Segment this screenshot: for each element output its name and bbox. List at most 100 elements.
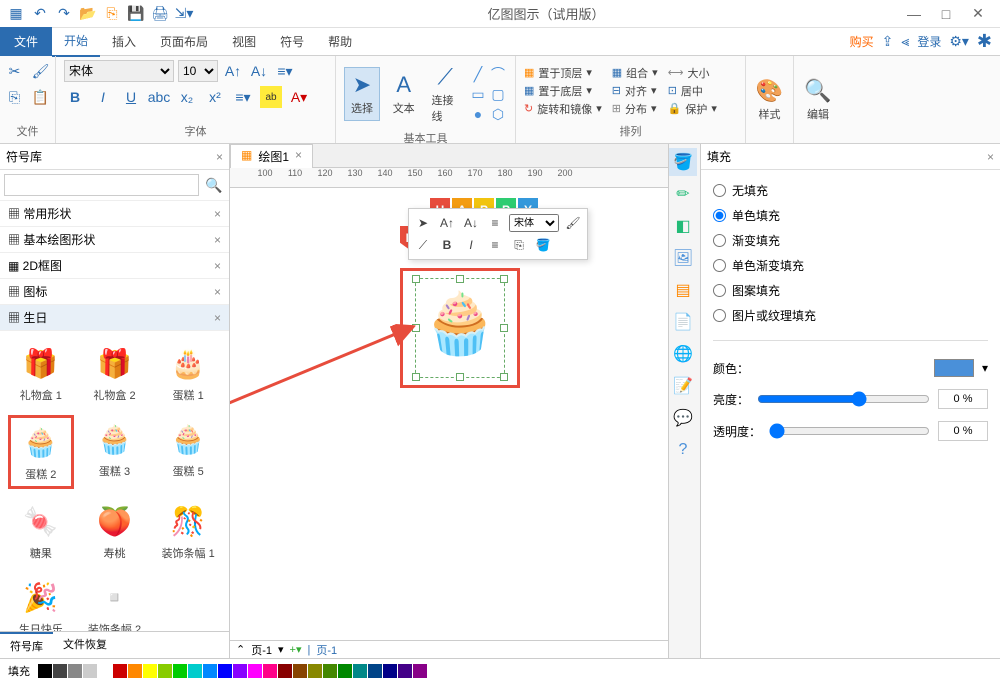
menu-page-layout[interactable]: 页面布局 — [148, 27, 220, 56]
fill-color-swatch[interactable] — [934, 359, 974, 377]
palette-color[interactable] — [353, 664, 367, 678]
symbol-2[interactable]: 🎂蛋糕 1 — [155, 339, 221, 407]
page-nav-dropdown[interactable]: ▾ — [278, 643, 284, 656]
palette-color[interactable] — [188, 664, 202, 678]
shape-line[interactable]: ╱ — [469, 65, 487, 83]
fill-option-4[interactable]: 图案填充 — [713, 278, 988, 303]
symbol-3[interactable]: 🧁蛋糕 2 — [8, 415, 74, 489]
fill-option-3[interactable]: 单色渐变填充 — [713, 253, 988, 278]
mini-font-select[interactable]: 宋体 — [509, 214, 559, 232]
palette-color[interactable] — [398, 664, 412, 678]
lib-category-3[interactable]: ▦ 图标× — [0, 279, 229, 305]
tab-file-recovery[interactable]: 文件恢复 — [53, 632, 117, 658]
side-layer-button[interactable]: ▤ — [669, 276, 697, 304]
symbol-5[interactable]: 🧁蛋糕 5 — [155, 415, 221, 489]
palette-color[interactable] — [83, 664, 97, 678]
rotate-button[interactable]: ↻旋转和镜像▾ — [524, 101, 602, 117]
fill-option-2[interactable]: 渐变填充 — [713, 228, 988, 253]
connector-tool[interactable]: ⟋ 连接线 — [427, 60, 463, 128]
page-nav-prev[interactable]: ⌃ — [236, 643, 245, 656]
copy-button[interactable]: ⎘ — [4, 86, 26, 108]
menu-file[interactable]: 文件 — [0, 27, 52, 56]
menu-insert[interactable]: 插入 — [100, 27, 148, 56]
opacity-slider[interactable] — [769, 423, 930, 439]
share-button[interactable]: ⇪ — [882, 33, 894, 50]
strike-button[interactable]: abc — [148, 86, 170, 108]
fill-option-5[interactable]: 图片或纹理填充 — [713, 303, 988, 328]
symbol-10[interactable]: ▫️装饰条幅 2 — [82, 573, 148, 631]
subscript-button[interactable]: x₂ — [176, 86, 198, 108]
palette-color[interactable] — [173, 664, 187, 678]
qat-copy[interactable]: ⎘ — [102, 4, 122, 24]
size-button[interactable]: ⟷大小 — [668, 65, 717, 81]
side-image-button[interactable]: 🖼 — [669, 244, 697, 272]
minimize-button[interactable]: — — [902, 2, 926, 26]
palette-color[interactable] — [368, 664, 382, 678]
qat-undo[interactable]: ↶ — [30, 4, 50, 24]
symbol-search-input[interactable] — [4, 174, 199, 196]
mini-font-down[interactable]: A↓ — [461, 213, 481, 233]
side-comment-button[interactable]: 💬 — [669, 404, 697, 432]
underline-button[interactable]: U — [120, 86, 142, 108]
palette-color[interactable] — [68, 664, 82, 678]
qat-new[interactable]: ▦ — [6, 4, 26, 24]
brightness-slider[interactable] — [757, 391, 930, 407]
qat-redo[interactable]: ↷ — [54, 4, 74, 24]
superscript-button[interactable]: x² — [204, 86, 226, 108]
increase-font-button[interactable]: A↑ — [222, 60, 244, 82]
fill-option-1[interactable]: 单色填充 — [713, 203, 988, 228]
paste-button[interactable]: 📋 — [30, 86, 52, 108]
palette-color[interactable] — [338, 664, 352, 678]
palette-color[interactable] — [308, 664, 322, 678]
login-link[interactable]: 登录 — [917, 33, 941, 50]
shape-rect[interactable]: ▭ — [469, 85, 487, 103]
opacity-input[interactable] — [938, 421, 988, 441]
palette-color[interactable] — [323, 664, 337, 678]
palette-color[interactable] — [143, 664, 157, 678]
cut-button[interactable]: ✂ — [4, 60, 26, 82]
gear-icon[interactable]: ⚙▾ — [949, 33, 969, 50]
mini-align[interactable]: ≡ — [485, 213, 505, 233]
palette-color[interactable] — [218, 664, 232, 678]
palette-color[interactable] — [113, 664, 127, 678]
palette-color[interactable] — [128, 664, 142, 678]
close-doc-tab[interactable]: × — [295, 148, 302, 165]
share2-button[interactable]: ⪡ — [901, 33, 909, 50]
mini-bold[interactable]: B — [437, 235, 457, 255]
center-button[interactable]: ⊡居中 — [668, 83, 717, 99]
close-button[interactable]: ✕ — [966, 2, 990, 26]
palette-color[interactable] — [293, 664, 307, 678]
lib-category-4[interactable]: ▦ 生日× — [0, 305, 229, 331]
group-button[interactable]: ▦组合▾ — [612, 65, 658, 81]
close-left-panel[interactable]: × — [216, 150, 223, 164]
maximize-button[interactable]: □ — [934, 2, 958, 26]
shape-rrect[interactable]: ▢ — [489, 85, 507, 103]
shape-circle[interactable]: ● — [469, 105, 487, 123]
menu-view[interactable]: 视图 — [220, 27, 268, 56]
fill-option-0[interactable]: 无填充 — [713, 178, 988, 203]
side-text-button[interactable]: 📄 — [669, 308, 697, 336]
text-tool[interactable]: A 文本 — [386, 68, 422, 120]
mini-style[interactable]: 🖌 — [563, 213, 583, 233]
mini-fill[interactable]: 🪣 — [533, 235, 553, 255]
qat-export[interactable]: ⇲▾ — [174, 4, 194, 24]
qat-print[interactable]: 🖨 — [150, 4, 170, 24]
symbol-0[interactable]: 🎁礼物盒 1 — [8, 339, 74, 407]
palette-color[interactable] — [413, 664, 427, 678]
symbol-1[interactable]: 🎁礼物盒 2 — [82, 339, 148, 407]
palette-color[interactable] — [38, 664, 52, 678]
symbol-6[interactable]: 🍬糖果 — [8, 497, 74, 565]
menu-symbols[interactable]: 符号 — [268, 27, 316, 56]
close-right-panel[interactable]: × — [987, 150, 994, 164]
bring-front-button[interactable]: ▦置于顶层▾ — [524, 65, 602, 81]
font-color-button[interactable]: A▾ — [288, 86, 310, 108]
qat-open[interactable]: 📂 — [78, 4, 98, 24]
lib-category-2[interactable]: ▦ 2D框图× — [0, 253, 229, 279]
style-button[interactable]: 🎨 样式 — [752, 74, 787, 126]
decrease-font-button[interactable]: A↓ — [248, 60, 270, 82]
edit-find-button[interactable]: 🔍 编辑 — [800, 74, 835, 126]
side-fill-button[interactable]: 🪣 — [669, 148, 697, 176]
brightness-input[interactable] — [938, 389, 988, 409]
search-icon[interactable]: 🔍 — [203, 174, 225, 196]
doc-tab[interactable]: ▦ 绘图1 × — [230, 144, 313, 168]
